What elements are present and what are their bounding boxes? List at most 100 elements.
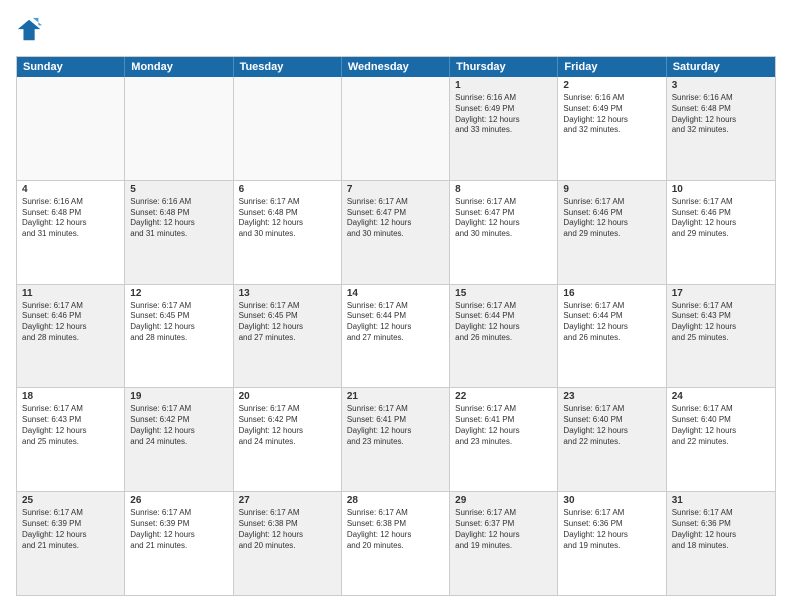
calendar-cell-10: 10 Sunrise: 6:17 AM Sunset: 6:46 PM Dayli…	[667, 181, 775, 284]
cell-info: Sunrise: 6:17 AM Sunset: 6:42 PM Dayligh…	[239, 404, 336, 447]
header-day-friday: Friday	[558, 57, 666, 77]
calendar-row-0: 1 Sunrise: 6:16 AM Sunset: 6:49 PM Daylig…	[17, 77, 775, 181]
cell-info: Sunrise: 6:16 AM Sunset: 6:48 PM Dayligh…	[22, 197, 119, 240]
day-number: 28	[347, 495, 444, 506]
cell-info: Sunrise: 6:17 AM Sunset: 6:40 PM Dayligh…	[672, 404, 770, 447]
cell-info: Sunrise: 6:17 AM Sunset: 6:40 PM Dayligh…	[563, 404, 660, 447]
calendar-cell-29: 29Sunrise: 6:17 AM Sunset: 6:37 PM Dayli…	[450, 492, 558, 595]
day-number: 15	[455, 288, 552, 299]
cell-info: Sunrise: 6:16 AM Sunset: 6:49 PM Dayligh…	[563, 93, 660, 136]
day-number: 24	[672, 391, 770, 402]
calendar-cell-11: 11 Sunrise: 6:17 AM Sunset: 6:46 PM Dayli…	[17, 285, 125, 388]
cell-info: Sunrise: 6:17 AM Sunset: 6:45 PM Dayligh…	[239, 301, 336, 344]
calendar-cell-12: 12 Sunrise: 6:17 AM Sunset: 6:45 PM Dayli…	[125, 285, 233, 388]
cell-info: Sunrise: 6:17 AM Sunset: 6:44 PM Dayligh…	[347, 301, 444, 344]
day-number: 26	[130, 495, 227, 506]
logo	[16, 16, 48, 44]
day-number: 22	[455, 391, 552, 402]
calendar-header: SundayMondayTuesdayWednesdayThursdayFrid…	[17, 57, 775, 77]
cell-info: Sunrise: 6:17 AM Sunset: 6:43 PM Dayligh…	[672, 301, 770, 344]
day-number: 9	[563, 184, 660, 195]
cell-info: Sunrise: 6:17 AM Sunset: 6:45 PM Dayligh…	[130, 301, 227, 344]
calendar-cell-6: 6Sunrise: 6:17 AM Sunset: 6:48 PM Daylig…	[234, 181, 342, 284]
day-number: 11	[22, 288, 119, 299]
calendar-cell-30: 30 Sunrise: 6:17 AM Sunset: 6:36 PM Dayli…	[558, 492, 666, 595]
calendar-cell-14: 14Sunrise: 6:17 AM Sunset: 6:44 PM Dayli…	[342, 285, 450, 388]
day-number: 19	[130, 391, 227, 402]
cell-info: Sunrise: 6:17 AM Sunset: 6:48 PM Dayligh…	[239, 197, 336, 240]
calendar-cell-9: 9 Sunrise: 6:17 AM Sunset: 6:46 PM Daylig…	[558, 181, 666, 284]
calendar-cell-7: 7 Sunrise: 6:17 AM Sunset: 6:47 PM Daylig…	[342, 181, 450, 284]
cell-info: Sunrise: 6:17 AM Sunset: 6:38 PM Dayligh…	[239, 508, 336, 551]
header-day-wednesday: Wednesday	[342, 57, 450, 77]
calendar-row-1: 4 Sunrise: 6:16 AM Sunset: 6:48 PM Daylig…	[17, 181, 775, 285]
calendar-cell-empty-0-1	[125, 77, 233, 180]
calendar-cell-21: 21 Sunrise: 6:17 AM Sunset: 6:41 PM Dayli…	[342, 388, 450, 491]
logo-icon	[16, 16, 44, 44]
calendar-cell-5: 5 Sunrise: 6:16 AM Sunset: 6:48 PM Daylig…	[125, 181, 233, 284]
cell-info: Sunrise: 6:17 AM Sunset: 6:37 PM Dayligh…	[455, 508, 552, 551]
cell-info: Sunrise: 6:17 AM Sunset: 6:47 PM Dayligh…	[455, 197, 552, 240]
page: SundayMondayTuesdayWednesdayThursdayFrid…	[0, 0, 792, 612]
calendar-cell-empty-0-3	[342, 77, 450, 180]
cell-info: Sunrise: 6:17 AM Sunset: 6:41 PM Dayligh…	[455, 404, 552, 447]
header-day-saturday: Saturday	[667, 57, 775, 77]
calendar-row-3: 18Sunrise: 6:17 AM Sunset: 6:43 PM Dayli…	[17, 388, 775, 492]
day-number: 21	[347, 391, 444, 402]
calendar-cell-23: 23 Sunrise: 6:17 AM Sunset: 6:40 PM Dayli…	[558, 388, 666, 491]
day-number: 16	[563, 288, 660, 299]
cell-info: Sunrise: 6:17 AM Sunset: 6:42 PM Dayligh…	[130, 404, 227, 447]
calendar-cell-28: 28 Sunrise: 6:17 AM Sunset: 6:38 PM Dayli…	[342, 492, 450, 595]
day-number: 23	[563, 391, 660, 402]
day-number: 12	[130, 288, 227, 299]
cell-info: Sunrise: 6:17 AM Sunset: 6:44 PM Dayligh…	[455, 301, 552, 344]
calendar-cell-3: 3 Sunrise: 6:16 AM Sunset: 6:48 PM Daylig…	[667, 77, 775, 180]
day-number: 7	[347, 184, 444, 195]
cell-info: Sunrise: 6:17 AM Sunset: 6:47 PM Dayligh…	[347, 197, 444, 240]
day-number: 1	[455, 80, 552, 91]
cell-info: Sunrise: 6:17 AM Sunset: 6:44 PM Dayligh…	[563, 301, 660, 344]
calendar-cell-empty-0-0	[17, 77, 125, 180]
calendar-cell-1: 1 Sunrise: 6:16 AM Sunset: 6:49 PM Daylig…	[450, 77, 558, 180]
day-number: 2	[563, 80, 660, 91]
calendar-cell-empty-0-2	[234, 77, 342, 180]
cell-info: Sunrise: 6:17 AM Sunset: 6:46 PM Dayligh…	[563, 197, 660, 240]
day-number: 5	[130, 184, 227, 195]
cell-info: Sunrise: 6:16 AM Sunset: 6:49 PM Dayligh…	[455, 93, 552, 136]
calendar: SundayMondayTuesdayWednesdayThursdayFrid…	[16, 56, 776, 596]
cell-info: Sunrise: 6:17 AM Sunset: 6:38 PM Dayligh…	[347, 508, 444, 551]
calendar-cell-15: 15 Sunrise: 6:17 AM Sunset: 6:44 PM Dayli…	[450, 285, 558, 388]
calendar-cell-20: 20 Sunrise: 6:17 AM Sunset: 6:42 PM Dayli…	[234, 388, 342, 491]
day-number: 18	[22, 391, 119, 402]
header-day-monday: Monday	[125, 57, 233, 77]
header-day-tuesday: Tuesday	[234, 57, 342, 77]
cell-info: Sunrise: 6:17 AM Sunset: 6:41 PM Dayligh…	[347, 404, 444, 447]
calendar-cell-24: 24 Sunrise: 6:17 AM Sunset: 6:40 PM Dayli…	[667, 388, 775, 491]
day-number: 31	[672, 495, 770, 506]
cell-info: Sunrise: 6:17 AM Sunset: 6:36 PM Dayligh…	[672, 508, 770, 551]
day-number: 4	[22, 184, 119, 195]
cell-info: Sunrise: 6:17 AM Sunset: 6:36 PM Dayligh…	[563, 508, 660, 551]
cell-info: Sunrise: 6:17 AM Sunset: 6:46 PM Dayligh…	[672, 197, 770, 240]
calendar-cell-26: 26 Sunrise: 6:17 AM Sunset: 6:39 PM Dayli…	[125, 492, 233, 595]
calendar-cell-19: 19 Sunrise: 6:17 AM Sunset: 6:42 PM Dayli…	[125, 388, 233, 491]
calendar-row-4: 25 Sunrise: 6:17 AM Sunset: 6:39 PM Dayli…	[17, 492, 775, 595]
calendar-cell-4: 4 Sunrise: 6:16 AM Sunset: 6:48 PM Daylig…	[17, 181, 125, 284]
day-number: 3	[672, 80, 770, 91]
header	[16, 16, 776, 44]
day-number: 25	[22, 495, 119, 506]
day-number: 20	[239, 391, 336, 402]
cell-info: Sunrise: 6:16 AM Sunset: 6:48 PM Dayligh…	[672, 93, 770, 136]
cell-info: Sunrise: 6:16 AM Sunset: 6:48 PM Dayligh…	[130, 197, 227, 240]
cell-info: Sunrise: 6:17 AM Sunset: 6:46 PM Dayligh…	[22, 301, 119, 344]
calendar-cell-31: 31 Sunrise: 6:17 AM Sunset: 6:36 PM Dayli…	[667, 492, 775, 595]
calendar-cell-2: 2 Sunrise: 6:16 AM Sunset: 6:49 PM Daylig…	[558, 77, 666, 180]
day-number: 30	[563, 495, 660, 506]
cell-info: Sunrise: 6:17 AM Sunset: 6:39 PM Dayligh…	[130, 508, 227, 551]
day-number: 8	[455, 184, 552, 195]
calendar-cell-27: 27 Sunrise: 6:17 AM Sunset: 6:38 PM Dayli…	[234, 492, 342, 595]
day-number: 13	[239, 288, 336, 299]
day-number: 27	[239, 495, 336, 506]
calendar-cell-13: 13 Sunrise: 6:17 AM Sunset: 6:45 PM Dayli…	[234, 285, 342, 388]
day-number: 10	[672, 184, 770, 195]
